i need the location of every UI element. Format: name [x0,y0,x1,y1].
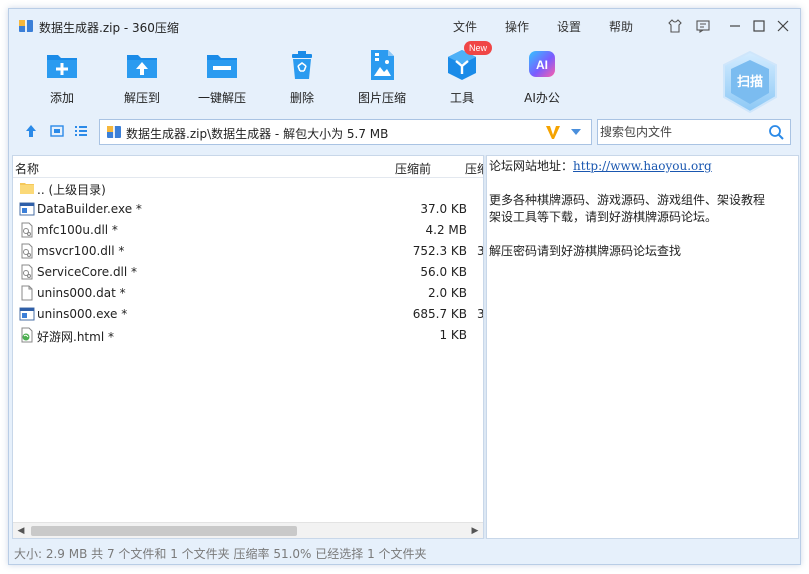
column-name[interactable]: 名称 [15,160,39,177]
archive-file-icon [107,126,121,138]
scrollbar-thumb[interactable] [31,526,297,536]
archive-comment: 论坛网站地址：http://www.haoyou.org 更多各种棋牌源码、游戏… [489,159,766,258]
file-size: 752.3 KB [412,244,467,258]
menu-operation[interactable]: 操作 [505,18,529,35]
status-text: 大小: 2.9 MB 共 7 个文件和 1 个文件夹 压缩率 51.0% 已经选… [14,547,427,561]
file-row[interactable]: unins000.dat * 2.0 KB [13,283,483,304]
add-folder-icon [44,47,80,83]
search-box [597,119,791,145]
column-headers: 名称 压缩前 压缩 [13,156,489,178]
delete-button[interactable]: 删除 [267,47,337,106]
exe-icon [19,306,35,322]
one-click-folder-icon [204,47,240,83]
dll-icon [19,222,35,238]
file-name: DataBuilder.exe * [37,202,142,216]
scroll-left-icon[interactable]: ◀ [15,525,27,537]
search-input[interactable] [600,122,760,142]
svg-text:AI: AI [536,58,548,72]
dll-icon [19,243,35,259]
file-rows: .. (上级目录) DataBuilder.exe * 37.0 KB mfc100u… [13,178,485,346]
new-badge: New [464,41,493,55]
file-name: 好游网.html * [37,330,114,344]
close-icon[interactable] [774,17,792,35]
app-window: 数据生成器.zip - 360压缩 文件 操作 设置 帮助 添加 解压到 一键解… [8,8,801,565]
add-button[interactable]: 添加 [27,47,97,106]
feedback-icon[interactable] [694,17,712,35]
file-name: mfc100u.dll * [37,223,118,237]
archive-app-icon [19,20,33,32]
search-icon[interactable] [768,124,784,140]
file-list-pane: 名称 压缩前 压缩 .. (上级目录) DataBuilder.exe * 37.0… [12,155,489,539]
v-logo-icon [546,126,560,139]
toolbar: 添加 解压到 一键解压 删除 图片压缩 New 工具 AI AI办公 扫描 [9,41,800,117]
list-view-icon[interactable] [73,123,89,139]
menu-file[interactable]: 文件 [453,18,477,35]
extract-folder-icon [124,47,160,83]
file-size: 2.0 KB [428,286,467,300]
chevron-down-icon[interactable] [570,127,582,137]
file-size: 37.0 KB [420,202,467,216]
image-compress-icon [364,47,400,83]
file-row[interactable]: DataBuilder.exe * 37.0 KB [13,199,483,220]
forum-link[interactable]: http://www.haoyou.org [573,159,712,173]
html-icon [19,327,35,343]
minimize-icon[interactable] [726,17,744,35]
file-row[interactable]: mfc100u.dll * 4.2 MB [13,220,483,241]
file-size: 4.2 MB [425,223,467,237]
image-compress-button[interactable]: 图片压缩 [347,47,417,106]
file-size: 1 KB [439,328,467,342]
tools-button[interactable]: New 工具 [427,41,497,106]
up-arrow-icon[interactable] [23,123,39,139]
maximize-icon[interactable] [750,17,768,35]
status-bar: 大小: 2.9 MB 共 7 个文件和 1 个文件夹 压缩率 51.0% 已经选… [12,542,799,562]
extract-to-button[interactable]: 解压到 [107,47,177,106]
menu-settings[interactable]: 设置 [557,18,581,35]
skin-icon[interactable] [666,17,684,35]
address-bar[interactable]: 数据生成器.zip\数据生成器 - 解包大小为 5.7 MB [99,119,592,145]
one-click-extract-button[interactable]: 一键解压 [187,47,257,106]
file-icon [19,285,35,301]
file-row[interactable]: .. (上级目录) [13,178,483,199]
tools-cube-icon: New [444,41,493,83]
title-bar: 数据生成器.zip - 360压缩 文件 操作 设置 帮助 [9,9,800,43]
file-name: ServiceCore.dll * [37,265,138,279]
file-size: 56.0 KB [420,265,467,279]
file-name: unins000.exe * [37,307,128,321]
horizontal-scrollbar[interactable]: ◀ ▶ [13,522,483,538]
scan-button[interactable]: 扫描 [719,49,781,115]
ai-office-button[interactable]: AI AI办公 [507,47,577,106]
menu-help[interactable]: 帮助 [609,18,633,35]
file-row[interactable]: unins000.exe * 685.7 KB 3 [13,304,485,325]
file-row[interactable]: 好游网.html * 1 KB [13,325,483,346]
scroll-right-icon[interactable]: ▶ [469,525,481,537]
file-name: msvcr100.dll * [37,244,125,258]
dll-icon [19,264,35,280]
address-path: 数据生成器.zip\数据生成器 - 解包大小为 5.7 MB [126,127,389,141]
window-title: 数据生成器.zip - 360压缩 [39,21,179,35]
thumbnail-view-icon[interactable] [49,123,65,139]
comment-pane: 论坛网站地址：http://www.haoyou.org 更多各种棋牌源码、游戏… [487,155,799,539]
file-name: .. (上级目录) [37,183,106,197]
exe-icon [19,201,35,217]
ai-icon: AI [524,47,560,83]
column-size-before[interactable]: 压缩前 [395,160,431,177]
file-size: 685.7 KB [412,307,467,321]
file-row[interactable]: msvcr100.dll * 752.3 KB 3 [13,241,485,262]
address-row: 数据生成器.zip\数据生成器 - 解包大小为 5.7 MB [9,117,800,147]
recycle-bin-icon [284,47,320,83]
folder-icon [19,180,35,196]
file-name: unins000.dat * [37,286,126,300]
file-row[interactable]: ServiceCore.dll * 56.0 KB [13,262,483,283]
